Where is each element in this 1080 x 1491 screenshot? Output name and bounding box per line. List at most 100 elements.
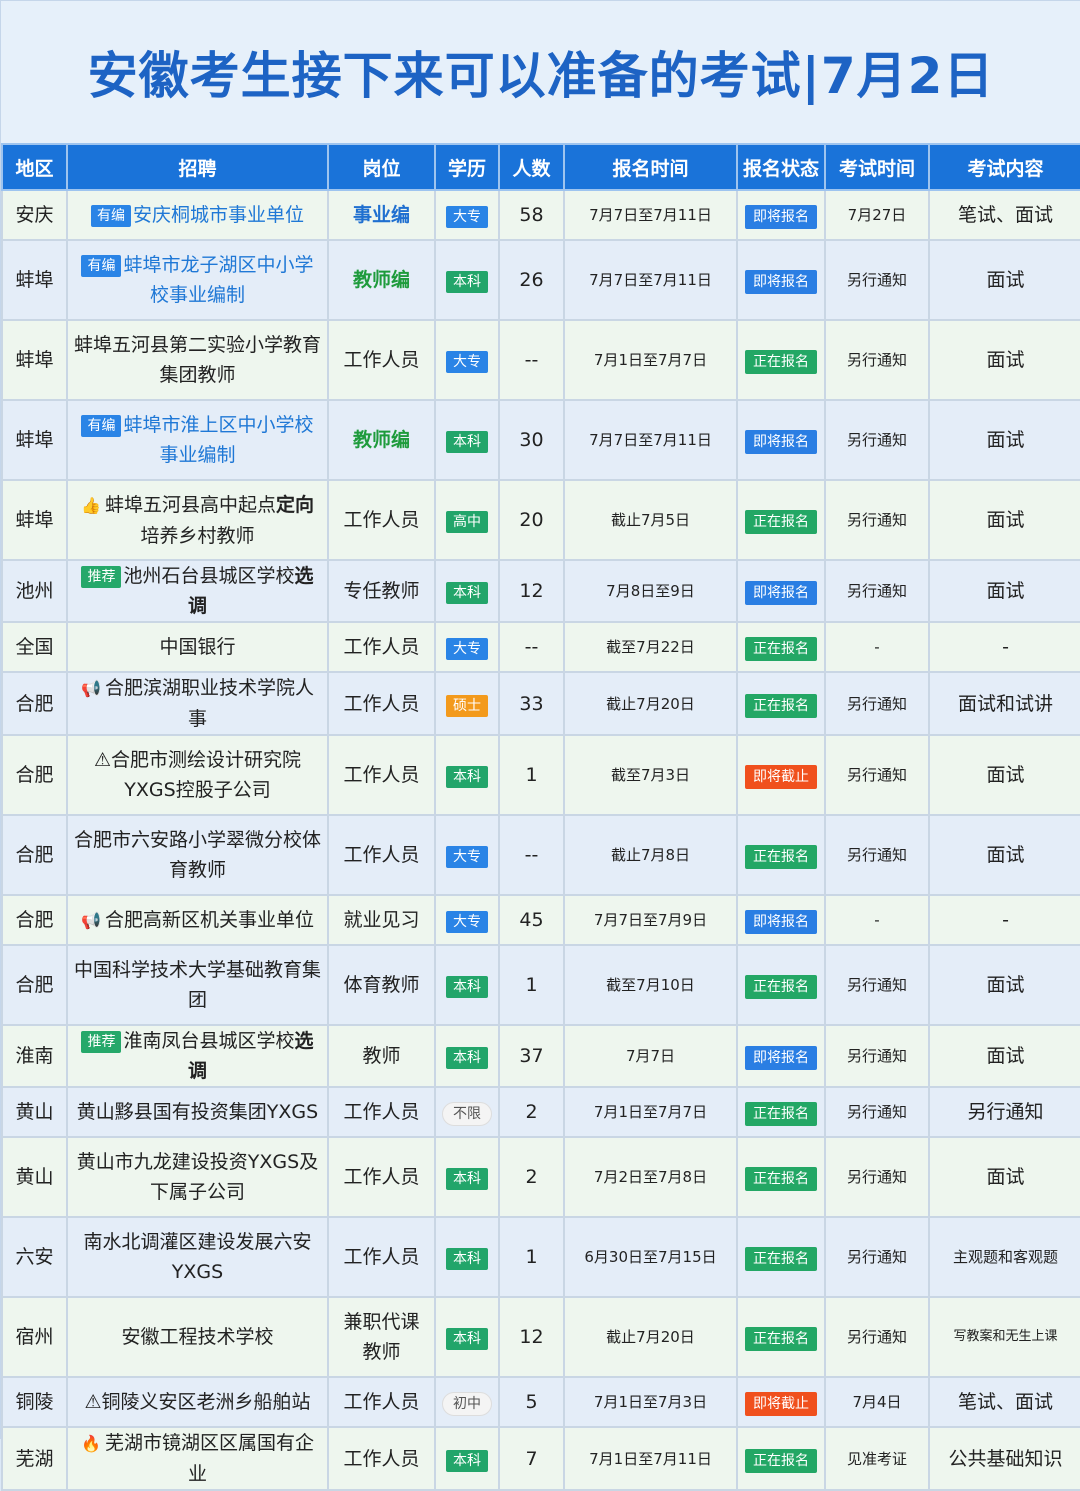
- cell-region: 蚌埠: [1, 479, 68, 561]
- cell-recruit[interactable]: 黄山市九龙建设投资YXGS及下属子公司: [66, 1136, 329, 1218]
- cell-exam-content: -: [928, 894, 1080, 946]
- cell-position: 体育教师: [327, 944, 436, 1026]
- cell-count: 2: [498, 1086, 565, 1138]
- cell-exam-date: -: [824, 621, 930, 673]
- table-row[interactable]: 合肥 合肥市六安路小学翠微分校体育教师 工作人员 大专 -- 截止7月8日 正在…: [1, 814, 1080, 896]
- recruit-link[interactable]: 蚌埠市龙子湖区中小学校事业编制: [123, 254, 313, 306]
- table-row[interactable]: 蚌埠 👍 蚌埠五河县高中起点定向培养乡村教师 工作人员 高中 20 截止7月5日 …: [1, 479, 1080, 561]
- cell-signup-date: 7月1日至7月11日: [563, 1426, 738, 1491]
- page: 安徽考生接下来可以准备的考试|7月2日 地区 招聘 岗位 学历 人数 报名时间 …: [0, 0, 1080, 1491]
- cell-exam-date: 另行通知: [824, 671, 930, 736]
- cell-region: 合肥: [1, 944, 68, 1026]
- cell-region: 淮南: [1, 1024, 68, 1088]
- status-badge: 正在报名: [745, 693, 817, 718]
- cell-signup-status: 即将报名: [736, 1024, 826, 1088]
- tag-badge: 推荐: [81, 565, 122, 588]
- table-row[interactable]: 六安 南水北调灌区建设发展六安YXGS 工作人员 本科 1 6月30日至7月15…: [1, 1216, 1080, 1298]
- recruit-link[interactable]: 蚌埠市淮上区中小学校事业编制: [123, 414, 313, 466]
- education-badge: 不限: [442, 1102, 492, 1126]
- table-row[interactable]: 蚌埠 有编 蚌埠市淮上区中小学校事业编制 教师编 本科 30 7月7日至7月11日…: [1, 399, 1080, 481]
- cell-signup-date: 7月1日至7月3日: [563, 1376, 738, 1428]
- cell-region: 宿州: [1, 1296, 68, 1378]
- cell-recruit[interactable]: 📢 合肥高新区机关事业单位: [66, 894, 329, 946]
- table-row[interactable]: 合肥 📢 合肥高新区机关事业单位 就业见习 大专 45 7月7日至7月9日 即将报…: [1, 894, 1080, 946]
- header-education: 学历: [434, 143, 500, 191]
- education-badge: 高中: [446, 511, 488, 533]
- cell-region: 黄山: [1, 1136, 68, 1218]
- education-badge: 本科: [446, 1449, 488, 1472]
- cell-exam-date: 另行通知: [824, 1296, 930, 1378]
- cell-education: 本科: [434, 1426, 500, 1491]
- title-band: 安徽考生接下来可以准备的考试|7月2日: [1, 1, 1080, 143]
- table-row[interactable]: 池州 推荐 池州石台县城区学校选调 专任教师 本科 12 7月8日至9日 即将报名…: [1, 559, 1080, 623]
- cell-position: 专任教师: [327, 559, 436, 623]
- cell-count: 58: [498, 189, 565, 241]
- cell-signup-date: 截止7月5日: [563, 479, 738, 561]
- cell-recruit[interactable]: 推荐 池州石台县城区学校选调: [66, 559, 329, 623]
- table-row[interactable]: 芜湖 🔥 芜湖市镜湖区区属国有企业 工作人员 本科 7 7月1日至7月11日 正在…: [1, 1426, 1080, 1491]
- education-badge: 大专: [446, 638, 488, 660]
- position-text: 教师编: [352, 429, 410, 451]
- recruit-text: 淮南凤台县城区学校: [123, 1030, 295, 1052]
- cell-exam-date: 另行通知: [824, 1216, 930, 1298]
- education-badge: 本科: [446, 766, 488, 788]
- cell-position: 工作人员: [327, 479, 436, 561]
- table-row[interactable]: 合肥 ⚠合肥市测绘设计研究院YXGS控股子公司 工作人员 本科 1 截至7月3日…: [1, 734, 1080, 816]
- cell-recruit[interactable]: 安徽工程技术学校: [66, 1296, 329, 1378]
- cell-count: 45: [498, 894, 565, 946]
- cell-recruit[interactable]: 有编 安庆桐城市事业单位: [66, 189, 329, 241]
- table-row[interactable]: 蚌埠 蚌埠五河县第二实验小学教育集团教师 工作人员 大专 -- 7月1日至7月7…: [1, 319, 1080, 401]
- recruit-bold-text: 定向: [275, 493, 314, 516]
- cell-recruit[interactable]: 👍 蚌埠五河县高中起点定向培养乡村教师: [66, 479, 329, 561]
- cell-signup-date: 截止7月8日: [563, 814, 738, 896]
- recruit-link[interactable]: 安庆桐城市事业单位: [133, 204, 304, 226]
- cell-exam-date: 另行通知: [824, 1136, 930, 1218]
- cell-recruit[interactable]: 推荐 淮南凤台县城区学校选调: [66, 1024, 329, 1088]
- cell-exam-content: 面试: [928, 479, 1080, 561]
- table-row[interactable]: 淮南 推荐 淮南凤台县城区学校选调 教师 本科 37 7月7日 即将报名 另行通知…: [1, 1024, 1080, 1088]
- cell-recruit[interactable]: 📢 合肥滨湖职业技术学院人事: [66, 671, 329, 736]
- table-row[interactable]: 黄山 黄山市九龙建设投资YXGS及下属子公司 工作人员 本科 2 7月2日至7月…: [1, 1136, 1080, 1218]
- education-badge: 硕士: [446, 694, 488, 717]
- cell-position: 工作人员: [327, 1376, 436, 1428]
- cell-recruit[interactable]: ⚠合肥市测绘设计研究院YXGS控股子公司: [66, 734, 329, 816]
- cell-recruit[interactable]: 南水北调灌区建设发展六安YXGS: [66, 1216, 329, 1298]
- cell-region: 蚌埠: [1, 239, 68, 321]
- cell-recruit[interactable]: 有编 蚌埠市龙子湖区中小学校事业编制: [66, 239, 329, 321]
- education-badge: 本科: [446, 582, 488, 604]
- cell-position: 事业编: [327, 189, 436, 241]
- cell-position: 工作人员: [327, 671, 436, 736]
- cell-exam-content: 面试: [928, 319, 1080, 401]
- cell-count: 20: [498, 479, 565, 561]
- table-row[interactable]: 蚌埠 有编 蚌埠市龙子湖区中小学校事业编制 教师编 本科 26 7月7日至7月11…: [1, 239, 1080, 321]
- cell-signup-status: 正在报名: [736, 671, 826, 736]
- cell-recruit[interactable]: 中国银行: [66, 621, 329, 673]
- cell-recruit[interactable]: 中国科学技术大学基础教育集团: [66, 944, 329, 1026]
- table-row[interactable]: 合肥 中国科学技术大学基础教育集团 体育教师 本科 1 截至7月10日 正在报名…: [1, 944, 1080, 1026]
- status-badge: 即将报名: [745, 910, 817, 934]
- cell-recruit[interactable]: 🔥 芜湖市镜湖区区属国有企业: [66, 1426, 329, 1491]
- cell-education: 本科: [434, 399, 500, 481]
- cell-count: 26: [498, 239, 565, 321]
- cell-recruit[interactable]: 合肥市六安路小学翠微分校体育教师: [66, 814, 329, 896]
- cell-recruit[interactable]: 有编 蚌埠市淮上区中小学校事业编制: [66, 399, 329, 481]
- cell-signup-date: 7月2日至7月8日: [563, 1136, 738, 1218]
- cell-position: 教师编: [327, 239, 436, 321]
- cell-signup-status: 正在报名: [736, 479, 826, 561]
- cell-signup-date: 截止7月20日: [563, 671, 738, 736]
- cell-exam-content: 面试和试讲: [928, 671, 1080, 736]
- cell-signup-date: 截至7月22日: [563, 621, 738, 673]
- cell-recruit[interactable]: 黄山黟县国有投资集团YXGS: [66, 1086, 329, 1138]
- table-row[interactable]: 黄山 黄山黟县国有投资集团YXGS 工作人员 不限 2 7月1日至7月7日 正在…: [1, 1086, 1080, 1138]
- table-row[interactable]: 铜陵 ⚠铜陵义安区老洲乡船舶站 工作人员 初中 5 7月1日至7月3日 即将截止…: [1, 1376, 1080, 1428]
- table-row[interactable]: 合肥 📢 合肥滨湖职业技术学院人事 工作人员 硕士 33 截止7月20日 正在报名…: [1, 671, 1080, 736]
- table-row[interactable]: 宿州 安徽工程技术学校 兼职代课教师 本科 12 截止7月20日 正在报名 另行…: [1, 1296, 1080, 1378]
- cell-position: 教师: [327, 1024, 436, 1088]
- cell-count: 12: [498, 1296, 565, 1378]
- cell-signup-status: 正在报名: [736, 1086, 826, 1138]
- table-row[interactable]: 全国 中国银行 工作人员 大专 -- 截至7月22日 正在报名 - -: [1, 621, 1080, 673]
- table-row[interactable]: 安庆 有编 安庆桐城市事业单位 事业编 大专 58 7月7日至7月11日 即将报名…: [1, 189, 1080, 241]
- cell-exam-date: 见准考证: [824, 1426, 930, 1491]
- cell-recruit[interactable]: ⚠铜陵义安区老洲乡船舶站: [66, 1376, 329, 1428]
- cell-recruit[interactable]: 蚌埠五河县第二实验小学教育集团教师: [66, 319, 329, 401]
